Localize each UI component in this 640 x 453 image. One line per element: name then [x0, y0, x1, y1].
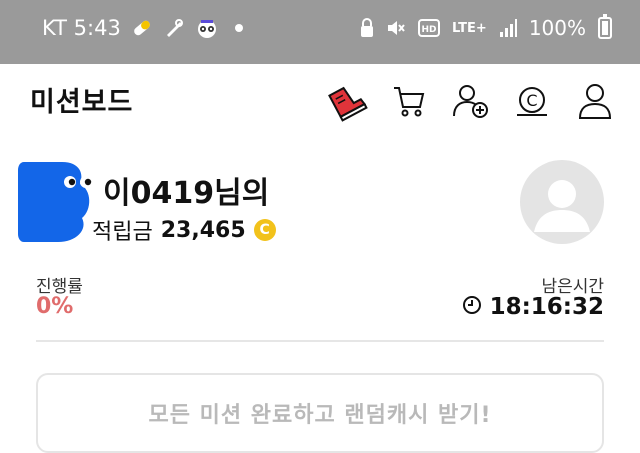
sneaker-icon[interactable] [324, 78, 370, 124]
svg-text:C: C [526, 91, 537, 110]
lock-icon [360, 18, 374, 38]
complete-all-missions-label: 모든 미션 완료하고 랜덤캐시 받기! [148, 403, 492, 428]
raccoon-icon [195, 17, 219, 39]
points-label: 적립금 [92, 220, 153, 245]
points-row: 적립금 23,465 C [92, 214, 276, 246]
remaining-time: 18:16:32 [462, 294, 604, 320]
battery-percent: 100% [528, 16, 586, 40]
avatar[interactable] [520, 160, 604, 244]
tool-icon [163, 17, 185, 39]
mascot-icon [14, 158, 94, 244]
status-bar: KT 5:43 HD LTE + 100% [0, 0, 640, 64]
remaining-time-value: 18:16:32 [489, 294, 604, 320]
status-bar-right: HD LTE + 100% [360, 14, 612, 40]
mute-icon [386, 18, 406, 38]
cash-coin-icon[interactable]: C [510, 78, 556, 124]
pill-icon [131, 17, 153, 39]
complete-all-missions-button[interactable]: 모든 미션 완료하고 랜덤캐시 받기! [36, 373, 604, 453]
carrier-time: KT 5:43 [42, 16, 121, 40]
battery-icon [598, 14, 612, 39]
progress-value: 0% [36, 294, 74, 319]
divider [36, 340, 604, 342]
page-title: 미션보드 [30, 87, 134, 118]
header-actions: C [324, 78, 618, 124]
coin-icon: C [253, 219, 276, 241]
status-bar-left: KT 5:43 [42, 16, 243, 40]
app-header: 미션보드 C [0, 64, 640, 134]
profile-icon[interactable] [572, 78, 618, 124]
user-nickname: 이0419님의 [103, 176, 270, 211]
points-value: 23,465 [160, 217, 246, 243]
svg-text:HD: HD [422, 25, 437, 35]
clock-icon [462, 295, 482, 319]
hd-icon: HD [418, 19, 441, 37]
signal-icon [499, 18, 517, 38]
notification-dot-icon [234, 24, 243, 32]
add-user-icon[interactable] [448, 78, 494, 124]
cart-icon[interactable] [386, 78, 432, 124]
network-type: LTE + [452, 20, 487, 36]
